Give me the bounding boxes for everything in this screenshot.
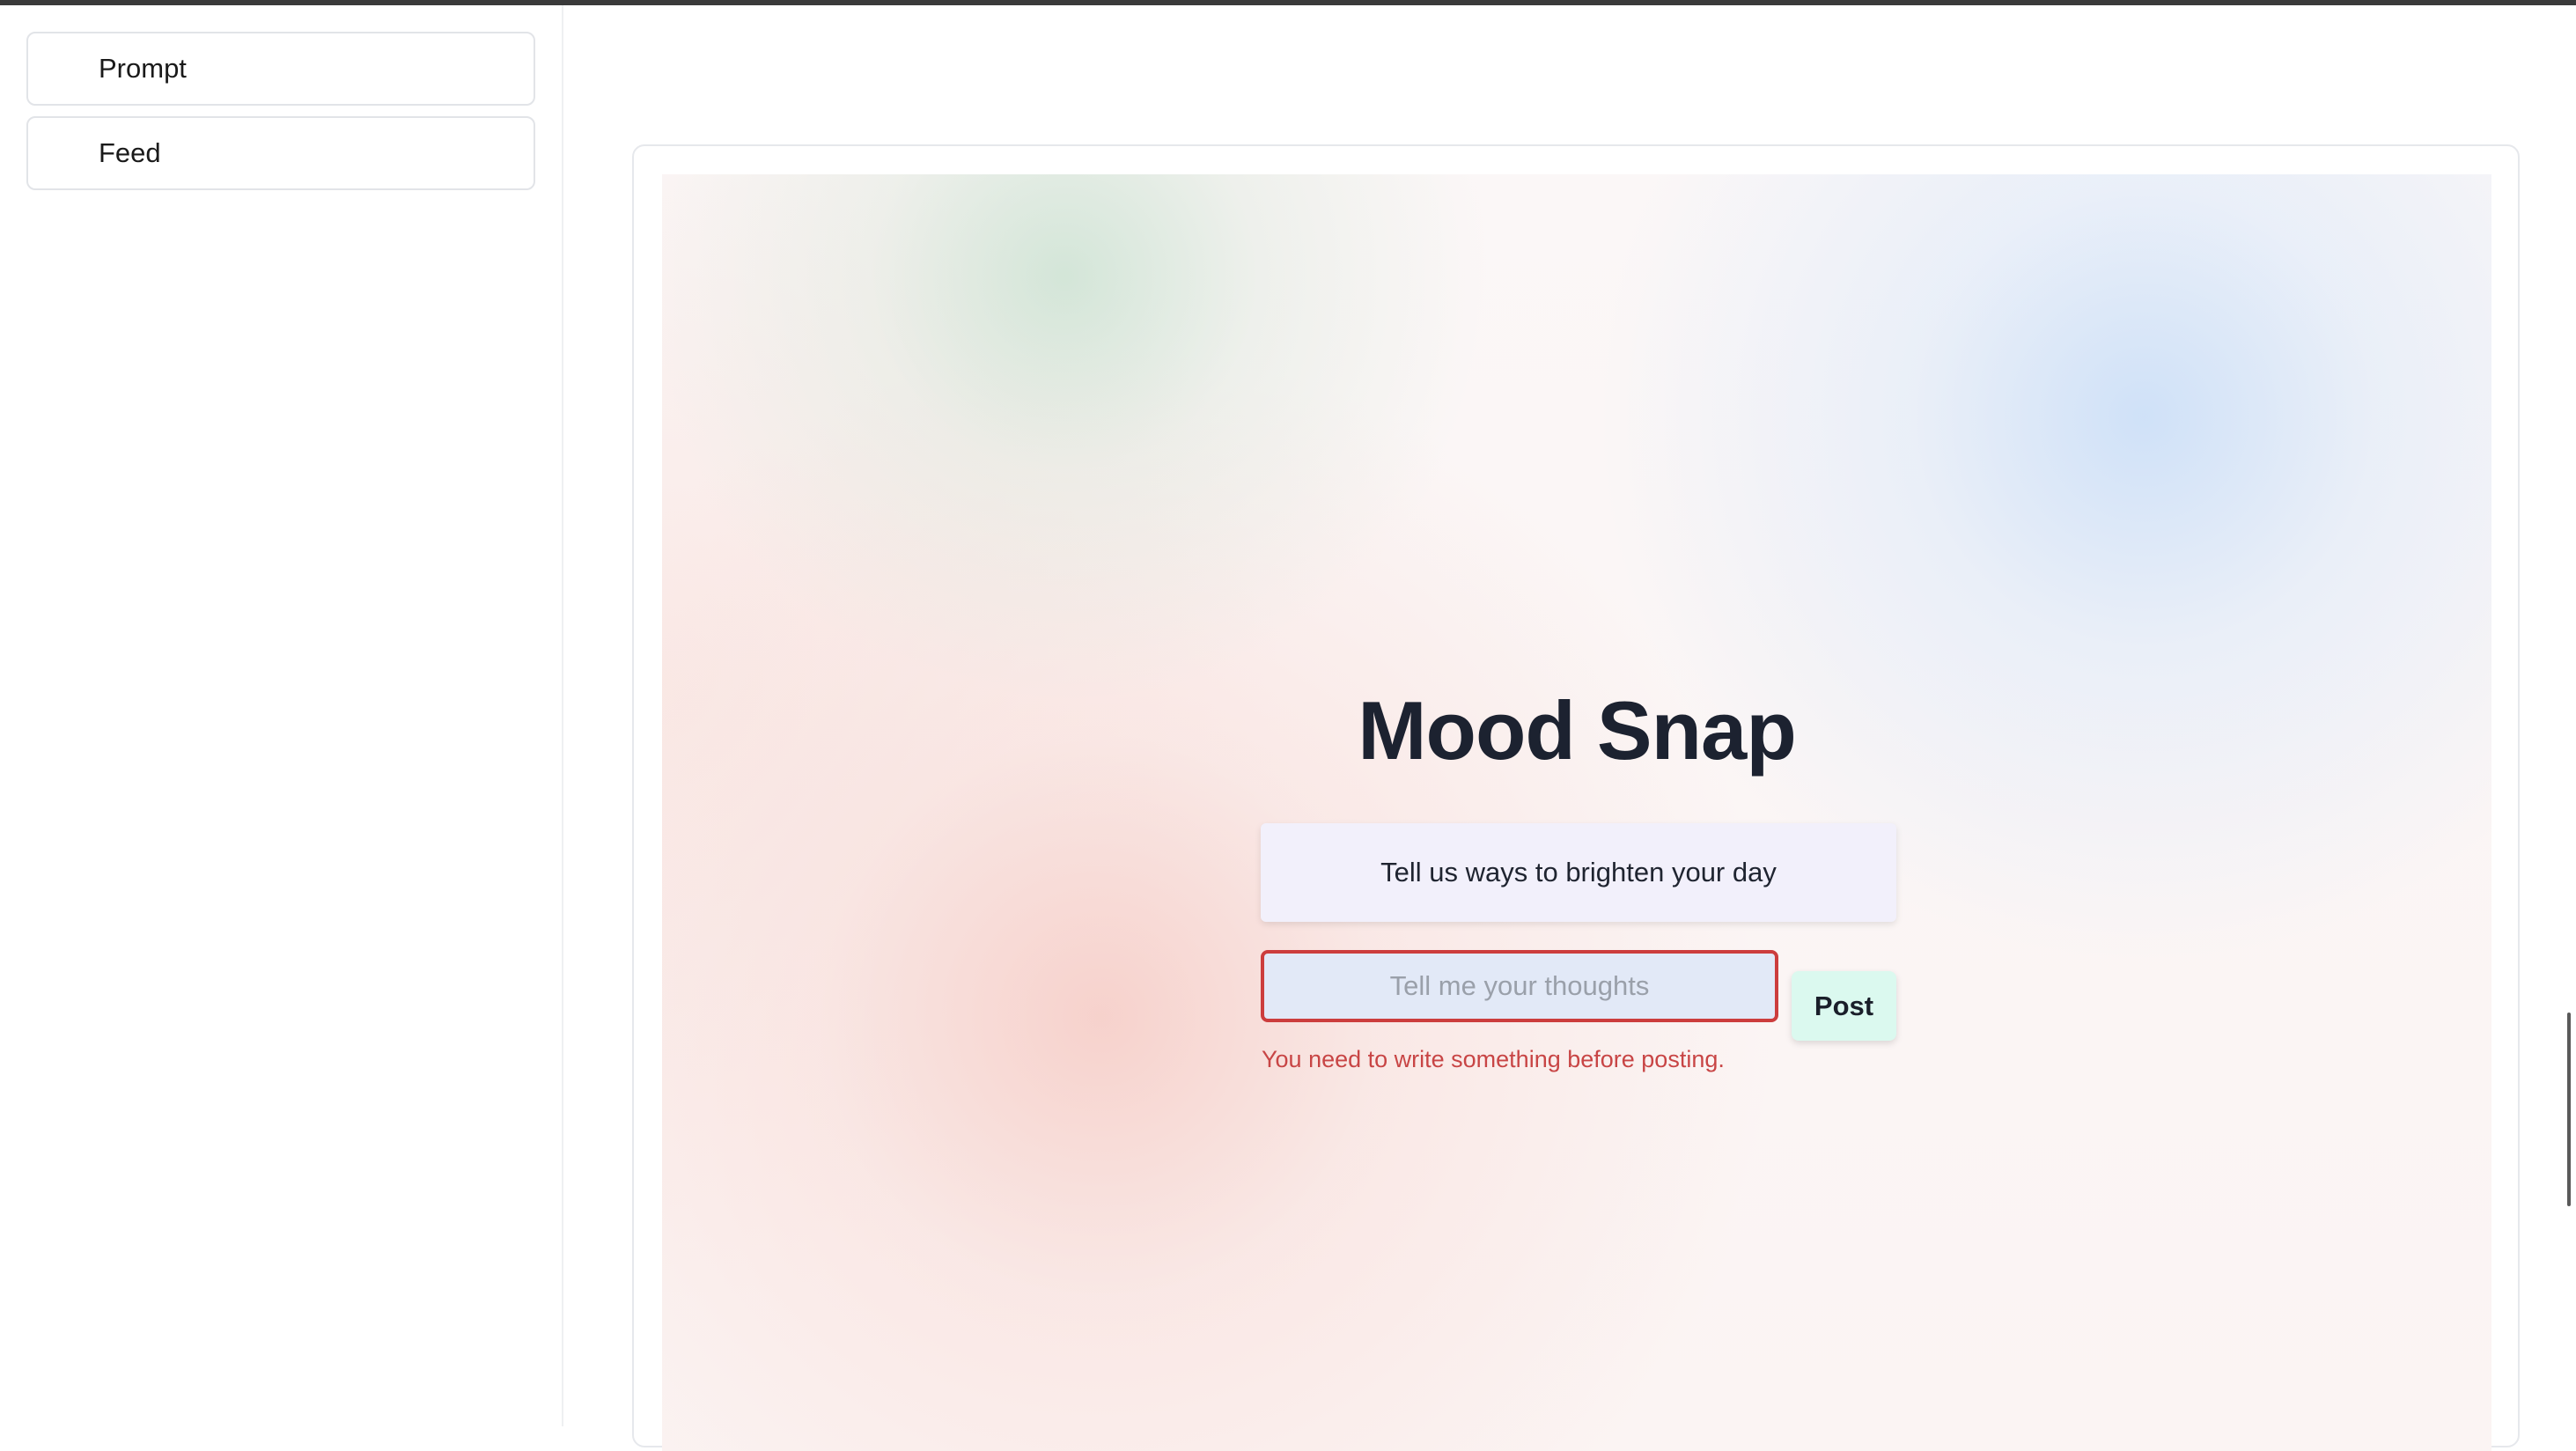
post-button[interactable]: Post bbox=[1792, 971, 1896, 1041]
hero-background: Mood Snap Tell us ways to brighten your … bbox=[662, 174, 2491, 1451]
sidebar-item-label: Feed bbox=[99, 137, 161, 168]
thoughts-input[interactable] bbox=[1261, 950, 1778, 1022]
sidebar-item-label: Prompt bbox=[99, 53, 187, 84]
page-title: Mood Snap bbox=[1358, 684, 1797, 777]
scrollbar[interactable] bbox=[2567, 1013, 2571, 1206]
prompt-text: Tell us ways to brighten your day bbox=[1380, 857, 1777, 888]
main-card: Mood Snap Tell us ways to brighten your … bbox=[632, 144, 2520, 1451]
sidebar-item-prompt[interactable]: Prompt bbox=[26, 32, 535, 106]
validation-error: You need to write something before posti… bbox=[1262, 1046, 1725, 1072]
prompt-card: Tell us ways to brighten your day bbox=[1261, 823, 1896, 922]
sidebar: Prompt Feed bbox=[0, 5, 563, 1426]
sidebar-item-feed[interactable]: Feed bbox=[26, 116, 535, 190]
